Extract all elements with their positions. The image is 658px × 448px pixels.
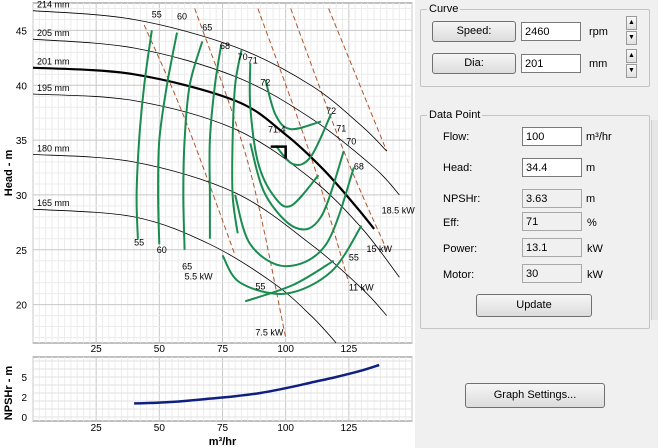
- npsh-x-tick-label: 75: [217, 423, 229, 434]
- npshr-label: NPSHr:: [443, 193, 481, 205]
- diameter-label: 214 mm: [37, 0, 70, 10]
- y-tick-label: 25: [16, 246, 28, 257]
- graph-settings-button-label: Graph Settings...: [493, 389, 577, 401]
- chart-annotation: 68: [220, 41, 230, 51]
- chart-annotation: 55: [152, 9, 162, 19]
- chart-annotation: 65: [182, 262, 192, 272]
- chart-annotation: 7.5 kW: [255, 327, 284, 337]
- chart-annotation: 55: [255, 281, 265, 291]
- npsh-x-tick-label: 50: [154, 423, 166, 434]
- speed-unit: rpm: [589, 26, 608, 38]
- npsh-x-axis-label: m³/hr: [209, 436, 237, 448]
- chart-annotation: 55: [349, 253, 359, 263]
- speed-button[interactable]: Speed:: [432, 21, 516, 42]
- motor-value: 30: [522, 264, 582, 283]
- chart-annotation: 55: [134, 237, 144, 247]
- head-unit: m: [586, 162, 596, 174]
- chart-annotation: 5.5 kW: [185, 271, 214, 281]
- chart-annotation: 60: [177, 11, 187, 21]
- x-tick-label: 125: [340, 344, 357, 355]
- curve-group-title: Curve: [427, 3, 461, 15]
- y-tick-label: 30: [16, 191, 28, 202]
- dia-input[interactable]: 201: [521, 54, 581, 73]
- eff-label: Eff:: [443, 217, 460, 229]
- power-unit: kW: [587, 243, 603, 255]
- x-tick-label: 25: [91, 344, 103, 355]
- eff-value: 71: [522, 212, 582, 231]
- y-tick-label: 40: [16, 81, 28, 92]
- y-tick-label: 45: [16, 26, 28, 37]
- npsh-y-tick-label: 2: [21, 393, 27, 404]
- npsh-y-tick-label: 0: [21, 413, 27, 424]
- dia-down-spinner[interactable]: ▼: [626, 64, 637, 78]
- y-axis-label: Head - m: [3, 150, 15, 197]
- update-button-label: Update: [516, 299, 552, 311]
- y-tick-label: 20: [16, 301, 28, 312]
- eff-unit: %: [587, 217, 597, 229]
- diameter-label: 165 mm: [37, 198, 70, 208]
- side-panel: Curve Speed: 2460 rpm ▲ ▼ Dia: 201 mm ▲ …: [415, 0, 658, 448]
- dia-unit: mm: [589, 58, 608, 70]
- diameter-label: 180 mm: [37, 143, 70, 153]
- flow-unit: m³/hr: [586, 131, 612, 143]
- speed-input[interactable]: 2460: [521, 22, 581, 41]
- chart-annotation: 65: [202, 22, 212, 32]
- diameter-label: 201 mm: [37, 57, 70, 67]
- pump-curve-chart-area: 20 25 30 35 40 45 25 50 75 100 125 Head - m 214 mm 20…: [0, 0, 415, 448]
- npshr-unit: m: [586, 193, 596, 205]
- npsh-grid-lines: [32, 357, 413, 421]
- chart-annotation: 71: [336, 123, 346, 133]
- npshr-chart: 02525 50 75 100 125NPSHr - mm³/hr: [3, 356, 413, 448]
- head-flow-chart: 20 25 30 35 40 45 25 50 75 100 125 Head - m 214 mm 20…: [3, 0, 415, 355]
- x-tick-label: 100: [277, 344, 294, 355]
- chart-annotation: 60: [157, 245, 167, 255]
- dia-button-label: Dia:: [464, 57, 484, 69]
- vertical-scrollbar[interactable]: [651, 120, 658, 320]
- graph-settings-button[interactable]: Graph Settings...: [465, 383, 605, 408]
- speed-down-spinner[interactable]: ▼: [626, 31, 637, 45]
- motor-label: Motor:: [443, 269, 475, 281]
- chart-annotation: 15 kW: [367, 244, 393, 254]
- chart-annotation: 11 kW: [349, 282, 374, 292]
- chart-annotation: 68: [354, 162, 364, 172]
- diameter-label: 195 mm: [37, 83, 70, 93]
- y-tick-label: 35: [16, 136, 28, 147]
- power-label: Power:: [443, 243, 478, 255]
- dia-button[interactable]: Dia:: [432, 53, 516, 74]
- npsh-x-tick-label: 100: [277, 423, 294, 434]
- update-button[interactable]: Update: [476, 294, 592, 317]
- motor-unit: kW: [587, 269, 603, 281]
- chart-annotation: 70: [346, 136, 356, 146]
- flow-input[interactable]: 100: [522, 127, 582, 146]
- chart-annotation: 72: [260, 77, 270, 87]
- chart-annotation: 18.5 kW: [382, 206, 415, 216]
- chart-annotation: 71.4: [268, 124, 286, 134]
- speed-up-spinner[interactable]: ▲: [626, 16, 637, 30]
- datapoint-group-title: Data Point: [427, 109, 483, 121]
- x-tick-label: 75: [217, 344, 229, 355]
- npsh-y-tick-label: 5: [21, 373, 27, 384]
- npsh-x-tick-label: 125: [340, 423, 357, 434]
- head-input[interactable]: 34.4: [522, 158, 582, 177]
- npsh-x-tick-label: 25: [91, 423, 103, 434]
- speed-button-label: Speed:: [456, 25, 492, 37]
- diameter-label: 205 mm: [37, 28, 70, 38]
- npshr-value: 3.63: [522, 189, 582, 208]
- chart-annotation: 72: [326, 106, 336, 116]
- head-label: Head:: [443, 162, 473, 174]
- flow-label: Flow:: [443, 131, 470, 143]
- power-value: 13.1: [522, 238, 582, 257]
- chart-annotation: 70: [238, 52, 248, 62]
- npsh-y-axis-label: NPSHr - m: [3, 366, 15, 421]
- dia-up-spinner[interactable]: ▲: [626, 49, 637, 63]
- chart-annotation: 71: [248, 55, 258, 65]
- x-tick-label: 50: [154, 344, 166, 355]
